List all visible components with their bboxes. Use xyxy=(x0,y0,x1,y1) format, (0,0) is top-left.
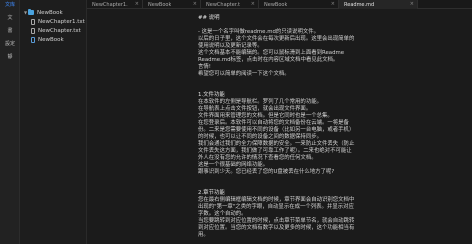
close-icon[interactable]: × xyxy=(193,1,197,7)
tab-label: NewChapter.t xyxy=(206,1,240,8)
tab-newchapter[interactable]: NewChapter.t × xyxy=(201,0,259,9)
doc-line: 这是一个很基础的网络功能。 xyxy=(198,162,269,168)
tab-label: NewBook xyxy=(148,1,172,8)
doc-line: 这个文档基本不能编辑的。您可以鼠标滑到上面看到Readme xyxy=(198,50,345,56)
close-icon[interactable]: × xyxy=(331,1,335,7)
editor-pane[interactable]: ## 说明 - 这是一个名字叫做readme.md的只读说明文件。 以后的日子里… xyxy=(87,9,472,244)
tree-folder-label: NewBook xyxy=(37,9,63,16)
doc-line: 外人在没有您的允许的情况下查看您的任何文档。 xyxy=(198,155,317,161)
doc-line: 出现的"第一章"之类的字眼，自动显示在成一个列表。并显示对应 xyxy=(198,204,354,210)
close-icon[interactable]: × xyxy=(135,1,139,7)
nav-library[interactable]: 文库 xyxy=(0,2,20,9)
file-icon xyxy=(31,27,35,34)
doc-line: 希望您可以简单的阅读一下这个文档。 xyxy=(198,71,290,77)
nav-books[interactable]: 書 xyxy=(0,28,20,35)
doc-line: 文件丢失这方面，我们做了可靠工作了呢）。二来也绝对不可能让 xyxy=(198,148,352,154)
doc-line: 文件界面用来管理您的文档。但是它同时也是一个总集。 xyxy=(198,113,333,119)
tab-newbook[interactable]: NewBook × xyxy=(143,0,201,9)
tab-readme[interactable]: Readme.md × xyxy=(339,0,418,9)
tree-file-label: NewChapter1.txt xyxy=(38,18,85,25)
doc-line: 在导航表上点击文件按钮，就会出现文件界面。 xyxy=(198,106,312,112)
doc-line: 当您要跳转到对应位置的时候，点击章节菜单节名，就会自动跳转 xyxy=(198,218,355,224)
nav-rail: 文库 文 書 設定 靜 xyxy=(0,0,20,244)
doc-line: 的时候，也可以让不同的设备之间的数据保持同步。 xyxy=(198,134,322,140)
tab-bar: NewChapter1. × NewBook × NewChapter.t × … xyxy=(87,0,472,9)
folder-icon xyxy=(28,9,34,15)
doc-line: 以后的日子里，这个文件会在每次更新后出现。这里会出现简单的 xyxy=(198,36,355,42)
doc-line: 在本软件的左侧是导航栏。罗列了几个常用的功能。 xyxy=(198,99,322,105)
tab-label: NewChapter1. xyxy=(92,1,128,8)
close-icon[interactable]: × xyxy=(251,1,255,7)
tree-file-newbook[interactable]: NewBook xyxy=(31,35,64,44)
tree-file-newchapter1[interactable]: NewChapter1.txt xyxy=(31,17,85,26)
doc-section-title: 2.章节功能 xyxy=(198,190,225,196)
doc-line: 字数。这个自动的。 xyxy=(198,211,247,217)
doc-line: 份。二来是您需要使用不同的设备（比如另一台电脑，或者手机） xyxy=(198,127,355,133)
doc-line: 您在最右侧编辑框编辑文档的时候，章节界面会自动识别您文档中 xyxy=(198,197,355,203)
doc-section-title: 1.文件功能 xyxy=(198,92,225,98)
file-icon xyxy=(31,36,35,43)
tree-file-newchapter[interactable]: NewChapter.txt xyxy=(31,26,81,35)
close-icon[interactable]: × xyxy=(410,1,414,7)
doc-line: Readme.md标签，点击时在内容区域文档中看见此文档。 xyxy=(198,57,339,63)
tab-newchapter1[interactable]: NewChapter1. × xyxy=(87,0,143,9)
doc-line: 用。 xyxy=(198,232,209,238)
tree-folder-newbook[interactable]: ▼ NewBook xyxy=(23,8,63,17)
nav-quiet[interactable]: 靜 xyxy=(0,54,20,61)
doc-line: 我们会通过我们的全力保障数据的安全。一来防止文件丢失（防止 xyxy=(198,141,355,147)
tree-file-label: NewChapter.txt xyxy=(38,27,81,34)
doc-line: 使用说明以及更新记录等。 xyxy=(198,43,263,49)
doc-heading: ## 说明 xyxy=(198,15,220,21)
doc-line: 到对应位置。当您的文档有数字以及更多的时候，这个功能相当有 xyxy=(198,225,355,231)
file-tree: ▼ NewBook NewChapter1.txt NewChapter.txt… xyxy=(20,0,87,244)
tree-file-label: NewBook xyxy=(38,36,64,43)
nav-settings[interactable]: 設定 xyxy=(0,41,20,48)
doc-line: - 这是一个名字叫做readme.md的只读说明文件。 xyxy=(198,29,320,35)
nav-files[interactable]: 文 xyxy=(0,15,20,22)
tab-newbook-2[interactable]: NewBook × xyxy=(259,0,339,9)
tab-label: NewBook xyxy=(264,1,288,8)
doc-line: 在您登录后。本软件可以自动将您的文档备份在云端。一将是备 xyxy=(198,120,349,126)
doc-line: 言情! xyxy=(198,64,211,70)
doc-line: 跟事识到少天。您已经丢了您的U盘被丢在什么地方了呢? xyxy=(198,169,335,175)
file-icon xyxy=(31,18,35,25)
tab-label: Readme.md xyxy=(344,1,375,8)
